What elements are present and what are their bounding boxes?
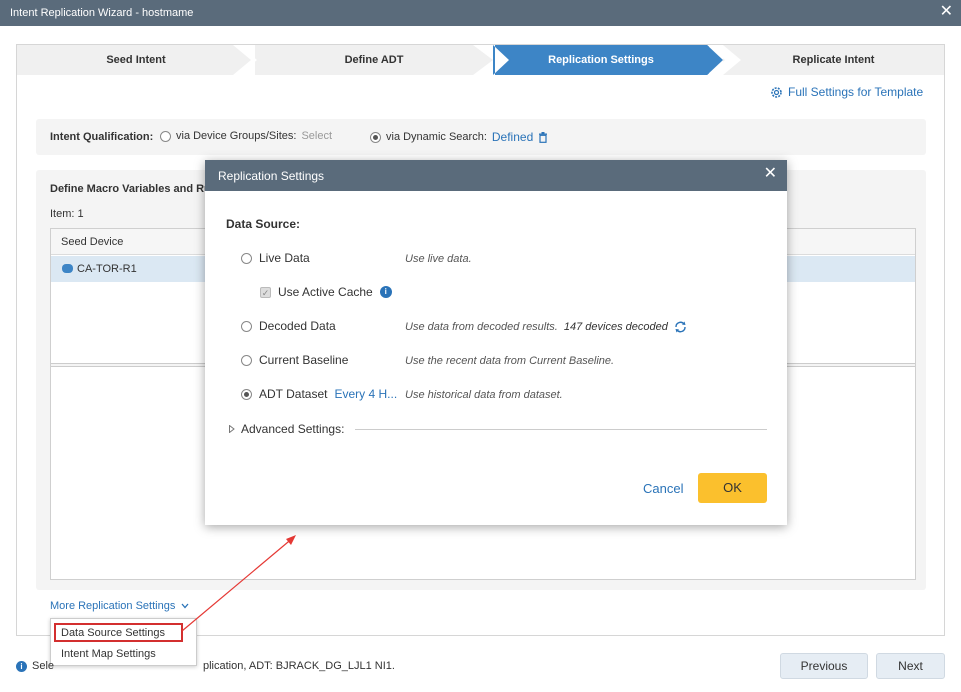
decoded-devices-count: 147 devices decoded xyxy=(563,321,668,333)
next-button[interactable]: Next xyxy=(876,653,945,679)
device-groups-select-link[interactable]: Select xyxy=(301,130,332,142)
info-icon[interactable]: i xyxy=(379,286,392,298)
seed-device-cell: CA-TOR-R1 xyxy=(77,263,137,275)
refresh-icon[interactable] xyxy=(674,321,687,333)
item-count: Item: 1 xyxy=(50,208,84,220)
live-data-radio[interactable] xyxy=(241,252,252,264)
decoded-data-label: Decoded Data xyxy=(259,319,336,333)
adt-dataset-description: Use historical data from dataset. xyxy=(405,389,563,401)
window-title: Intent Replication Wizard - hostmame xyxy=(10,7,194,19)
dynamic-search-defined-link[interactable]: Defined xyxy=(492,130,533,144)
live-data-label: Live Data xyxy=(259,251,310,265)
decoded-data-description: Use data from decoded results. xyxy=(405,321,558,333)
current-baseline-radio[interactable] xyxy=(241,354,252,366)
info-icon: i xyxy=(16,660,27,672)
trash-icon[interactable] xyxy=(538,131,548,143)
step-chevrons xyxy=(233,45,741,75)
dialog-header: Replication Settings ✕ xyxy=(205,160,787,191)
menu-item-data-source-settings[interactable]: Data Source Settings xyxy=(61,627,165,639)
use-active-cache-checkbox[interactable]: ✓ xyxy=(260,286,271,298)
data-source-label: Data Source: xyxy=(226,217,301,231)
more-replication-menu: Data Source Settings Intent Map Settings xyxy=(50,618,197,666)
option-decoded-data[interactable]: Decoded Data xyxy=(241,319,336,333)
status-suffix: plication, ADT: BJRACK_DG_LJL1 NI1. xyxy=(203,660,395,672)
window-close-icon[interactable]: ✕ xyxy=(940,3,953,21)
option-current-baseline[interactable]: Current Baseline xyxy=(241,353,348,367)
device-groups-radio[interactable] xyxy=(160,130,171,142)
chevron-down-icon xyxy=(181,603,189,609)
decoded-data-radio[interactable] xyxy=(241,320,252,332)
cancel-button[interactable]: Cancel xyxy=(643,481,683,496)
advanced-settings-label: Advanced Settings: xyxy=(241,422,345,436)
macro-section-title: Define Macro Variables and Ru xyxy=(50,183,211,195)
use-active-cache-option[interactable]: ✓ Use Active Cache i xyxy=(260,285,392,299)
live-data-description: Use live data. xyxy=(405,253,472,265)
full-settings-link[interactable]: Full Settings for Template xyxy=(770,85,923,99)
gear-icon xyxy=(771,86,782,98)
menu-item-intent-map-settings[interactable]: Intent Map Settings xyxy=(61,648,156,660)
dynamic-search-label: via Dynamic Search: xyxy=(386,131,487,143)
ok-button[interactable]: OK xyxy=(698,473,767,503)
adt-dataset-link[interactable]: Every 4 H... xyxy=(334,387,397,401)
current-baseline-description: Use the recent data from Current Baselin… xyxy=(405,355,615,367)
option-live-data[interactable]: Live Data xyxy=(241,251,310,265)
intent-qualification-bar: Intent Qualification: via Device Groups/… xyxy=(36,119,926,155)
decoded-data-description-row: Use data from decoded results. 147 devic… xyxy=(405,321,687,333)
dialog-close-icon[interactable]: ✕ xyxy=(764,165,777,183)
more-replication-settings-toggle[interactable]: More Replication Settings xyxy=(50,600,189,612)
status-message: i Sele xyxy=(16,660,54,672)
adt-dataset-radio[interactable] xyxy=(241,388,252,400)
use-active-cache-label: Use Active Cache xyxy=(278,285,373,299)
chevron-right-icon xyxy=(229,425,235,433)
full-settings-label: Full Settings for Template xyxy=(788,85,924,99)
device-icon xyxy=(62,264,73,273)
qualification-option-dynamic-search[interactable]: via Dynamic Search: Defined xyxy=(370,130,548,144)
replication-settings-dialog: Replication Settings ✕ Data Source: Live… xyxy=(205,160,787,525)
window-title-bar: Intent Replication Wizard - hostmame ✕ xyxy=(0,0,961,26)
adt-dataset-label: ADT Dataset xyxy=(259,387,328,401)
device-groups-label: via Device Groups/Sites: xyxy=(176,130,297,142)
column-header-seed-device[interactable]: Seed Device xyxy=(61,236,123,248)
option-adt-dataset[interactable]: ADT Dataset Every 4 H... xyxy=(241,387,397,401)
previous-button[interactable]: Previous xyxy=(780,653,868,679)
advanced-settings-toggle[interactable]: Advanced Settings: xyxy=(229,422,344,436)
status-prefix: Sele xyxy=(32,660,55,672)
wizard-steps: Seed Intent Define ADT Replication Setti… xyxy=(17,45,944,75)
qualification-option-device-groups[interactable]: via Device Groups/Sites: Select xyxy=(160,130,332,142)
intent-qualification-label: Intent Qualification: xyxy=(50,131,154,143)
dialog-title: Replication Settings xyxy=(218,169,325,183)
current-baseline-label: Current Baseline xyxy=(259,353,349,367)
dynamic-search-radio[interactable] xyxy=(370,131,381,143)
advanced-divider xyxy=(355,429,767,430)
more-replication-label: More Replication Settings xyxy=(50,600,176,612)
